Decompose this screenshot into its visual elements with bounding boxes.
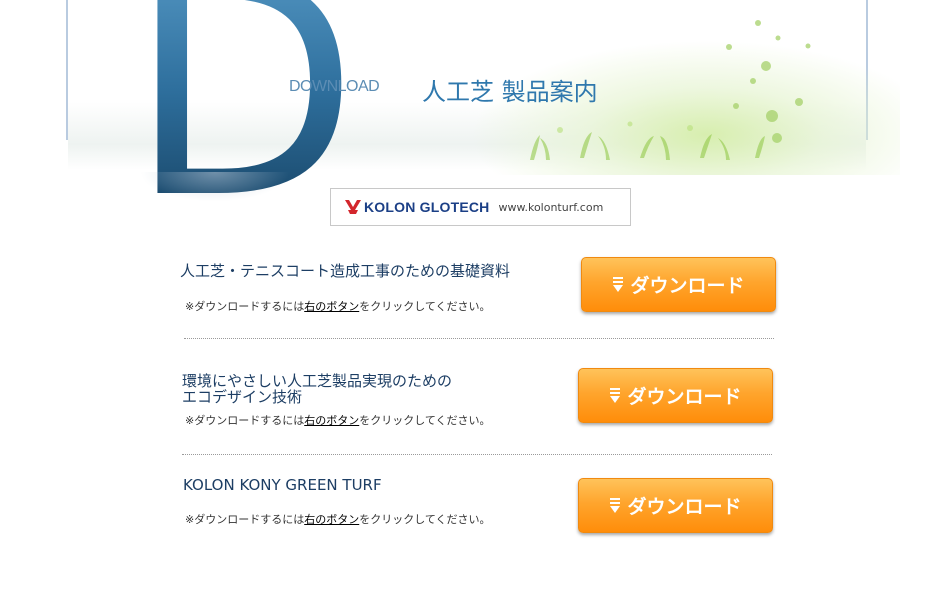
note-suffix: をクリックしてください。 <box>359 414 491 427</box>
item-1-note: ※ダウンロードするには右のボタンをクリックしてください。 <box>185 298 491 314</box>
item-3-note: ※ダウンロードするには右のボタンをクリックしてください。 <box>185 511 491 527</box>
bubble-decoration <box>726 20 811 143</box>
note-link: 右のボタン <box>304 414 360 427</box>
item-2-title: 環境にやさしい人工芝製品実現のための エコデザイン技術 <box>182 373 452 405</box>
note-link: 右のボタン <box>304 513 360 526</box>
logo-brand: KOLON GLOTECH <box>364 199 490 215</box>
download-letter-d: D <box>128 0 359 240</box>
download-button-2[interactable]: ダウンロード <box>578 368 773 423</box>
item-1-title: 人工芝・テニスコート造成工事のための基礎資料 <box>180 263 510 279</box>
kolon-logo-banner[interactable]: KOLON GLOTECH www.kolonturf.com <box>330 188 631 226</box>
note-prefix: ※ダウンロードするには <box>185 414 305 427</box>
note-suffix: をクリックしてください。 <box>359 300 491 313</box>
download-word: DOWNLOAD <box>289 78 380 95</box>
item-3-title-line-1: KOLON KONY GREEN TURF <box>183 476 382 494</box>
page-title: 人工芝 製品案内 <box>422 78 598 106</box>
note-link: 右のボタン <box>304 300 360 313</box>
divider <box>184 338 774 339</box>
download-button-1[interactable]: ダウンロード <box>581 257 776 312</box>
divider <box>182 454 772 455</box>
download-button-label: ダウンロード <box>630 275 745 297</box>
note-suffix: をクリックしてください。 <box>359 513 491 526</box>
note-prefix: ※ダウンロードするには <box>185 300 305 313</box>
download-icon <box>610 387 621 403</box>
item-2-title-line-1: 環境にやさしい人工芝製品実現のための <box>182 372 453 390</box>
item-2-title-line-2: エコデザイン技術 <box>182 388 303 406</box>
download-button-3[interactable]: ダウンロード <box>578 478 773 533</box>
kolon-emblem-icon <box>345 200 361 214</box>
download-button-label: ダウンロード <box>627 386 742 408</box>
item-1-title-line-1: 人工芝・テニスコート造成工事のための基礎資料 <box>180 262 511 280</box>
letter-reflection <box>140 172 290 202</box>
logo-url: www.kolonturf.com <box>498 200 604 214</box>
item-2-note: ※ダウンロードするには右のボタンをクリックしてください。 <box>185 412 491 428</box>
download-icon <box>610 497 621 513</box>
download-button-label: ダウンロード <box>627 496 742 518</box>
download-icon <box>613 276 624 292</box>
item-3-title: KOLON KONY GREEN TURF <box>183 477 382 493</box>
note-prefix: ※ダウンロードするには <box>185 513 305 526</box>
